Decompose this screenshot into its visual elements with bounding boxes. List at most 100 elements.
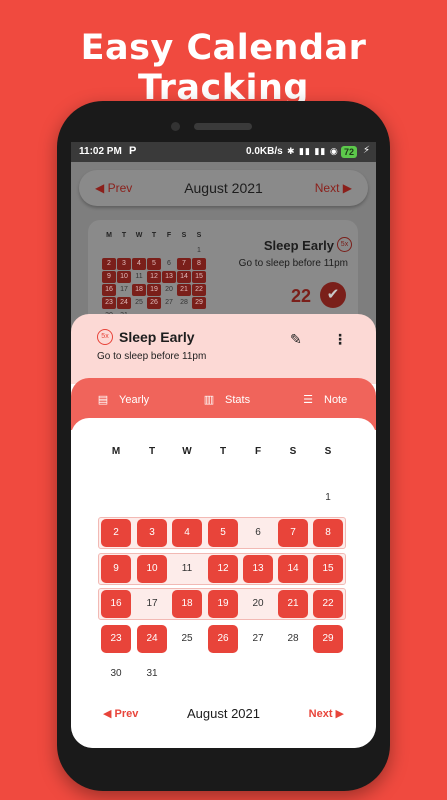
calendar-day-12[interactable]: 12 (208, 555, 238, 583)
mini-day-cell: 23 (102, 297, 116, 309)
mini-calendar: M T W T F S S 1 2 3 4 5 6 7 8 9 10 11 12 13 14 15 16 17 18 19 20 21… (102, 232, 206, 322)
mini-day-cell: 9 (102, 271, 116, 283)
mini-day-cell (177, 245, 191, 257)
mini-day-cell (162, 245, 176, 257)
mini-day-cell: 13 (162, 271, 176, 283)
calendar-day-7[interactable]: 7 (278, 519, 308, 547)
more-options-icon[interactable]: ⋮ (333, 331, 347, 348)
calendar-day-31[interactable]: 31 (137, 660, 167, 688)
calendar-day-26[interactable]: 26 (208, 625, 238, 653)
calendar-day-28[interactable]: 28 (278, 625, 308, 653)
calendar-day-30[interactable]: 30 (101, 660, 131, 688)
habit-title: Sleep Early (119, 329, 195, 345)
calendar-day-17[interactable]: 17 (137, 590, 167, 618)
calendar-day-6[interactable]: 6 (243, 519, 273, 547)
mini-day-cell: 21 (177, 284, 191, 296)
tab-stats[interactable]: ▥ Stats (201, 393, 250, 406)
calendar-day-5[interactable]: 5 (208, 519, 238, 547)
mini-day-cell: 26 (147, 297, 161, 309)
habit-subtitle: Go to sleep before 11pm (97, 351, 207, 362)
calendar-day-8[interactable]: 8 (313, 519, 343, 547)
month-calendar: MTWTFSS ◀ Prev August 2021 Next ▶ 123456… (71, 418, 376, 748)
calendar-day-27[interactable]: 27 (243, 625, 273, 653)
mini-day-cell (147, 245, 161, 257)
mini-day-cell: 6 (167, 260, 171, 267)
calendar-day-10[interactable]: 10 (137, 555, 167, 583)
status-time: 11:02 PM (79, 146, 122, 157)
bg-habit-subtitle: Go to sleep before 11pm (238, 258, 348, 269)
calendar-day-9[interactable]: 9 (101, 555, 131, 583)
calendar-day-29[interactable]: 29 (313, 625, 343, 653)
calendar-day-24[interactable]: 24 (137, 625, 167, 653)
bg-next-button[interactable]: Next ▶ (315, 181, 352, 195)
mini-day-cell (102, 245, 116, 257)
signal-wifi-icons: ✱ ▮▮ ▮▮ ◉ (287, 146, 339, 156)
calendar-day-25[interactable]: 25 (172, 625, 202, 653)
frequency-badge: 5x (97, 329, 113, 345)
weekday-label: M (111, 446, 121, 457)
calendar-day-1[interactable]: 1 (313, 484, 343, 512)
mini-day-cell (132, 245, 146, 257)
tab-note[interactable]: ☰ Note (300, 393, 347, 406)
mini-weekday: S (196, 232, 202, 239)
tab-yearly-label: Yearly (119, 394, 150, 406)
calendar-day-22[interactable]: 22 (313, 590, 343, 618)
calendar-day-20[interactable]: 20 (243, 590, 273, 618)
bar-chart-icon: ▥ (203, 394, 215, 406)
tab-yearly[interactable]: ▤ Yearly (95, 393, 149, 406)
mini-weekday: M (106, 232, 112, 239)
mini-day-cell: 25 (135, 299, 143, 306)
mini-weekday: T (121, 232, 127, 239)
mini-day-cell: 28 (180, 299, 188, 306)
mini-day-cell: 2 (102, 258, 116, 270)
mini-day-cell: 1 (197, 247, 201, 254)
next-month-button[interactable]: Next ▶ (309, 707, 344, 720)
mini-day-cell: 18 (132, 284, 146, 296)
note-lines-icon: ☰ (303, 394, 313, 406)
headline: Easy Calendar Tracking (80, 28, 367, 108)
calendar-day-21[interactable]: 21 (278, 590, 308, 618)
mini-day-cell: 17 (120, 286, 128, 293)
mini-day-cell: 22 (192, 284, 206, 296)
weekday-label: S (324, 446, 332, 457)
calendar-day-11[interactable]: 11 (172, 555, 202, 583)
calendar-day-3[interactable]: 3 (137, 519, 167, 547)
notification-p-icon: P (129, 145, 137, 157)
bg-frequency-badge: 5x (337, 237, 352, 252)
calendar-day-13[interactable]: 13 (243, 555, 273, 583)
speaker-grille (194, 123, 252, 130)
mini-day-cell: 11 (135, 273, 143, 280)
calendar-day-19[interactable]: 19 (208, 590, 238, 618)
status-bar: 11:02 PM P 0.0KB/s ✱ ▮▮ ▮▮ ◉ 72 ⚡ (71, 142, 376, 162)
mini-day-cell: 12 (147, 271, 161, 283)
yearly-icon: ▤ (97, 394, 109, 406)
calendar-day-15[interactable]: 15 (313, 555, 343, 583)
mini-day-cell: 10 (117, 271, 131, 283)
mini-weekday: T (151, 232, 157, 239)
mini-day-cell: 8 (192, 258, 206, 270)
mini-day-cell: 5 (147, 258, 161, 270)
mini-day-cell: 15 (192, 271, 206, 283)
calendar-day-18[interactable]: 18 (172, 590, 202, 618)
calendar-day-14[interactable]: 14 (278, 555, 308, 583)
mini-weekday: S (181, 232, 187, 239)
calendar-day-4[interactable]: 4 (172, 519, 202, 547)
tab-stats-label: Stats (225, 394, 251, 406)
mini-day-cell (117, 245, 131, 257)
weekday-label: W (182, 446, 192, 457)
calendar-day-16[interactable]: 16 (101, 590, 131, 618)
tab-note-label: Note (324, 394, 348, 406)
calendar-day-23[interactable]: 23 (101, 625, 131, 653)
mini-day-cell: 16 (102, 284, 116, 296)
calendar-day-2[interactable]: 2 (101, 519, 131, 547)
mini-day-cell: 14 (177, 271, 191, 283)
weekday-label: F (254, 446, 262, 457)
mini-day-cell: 19 (147, 284, 161, 296)
mini-day-cell: 27 (165, 299, 173, 306)
check-icon[interactable]: ✔ (320, 282, 346, 308)
mini-day-cell: 20 (165, 286, 173, 293)
mini-day-cell: 29 (192, 297, 206, 309)
battery-icon: 72 (341, 146, 358, 158)
edit-pencil-icon[interactable]: ✎ (290, 331, 302, 348)
mini-day-cell: 3 (117, 258, 131, 270)
